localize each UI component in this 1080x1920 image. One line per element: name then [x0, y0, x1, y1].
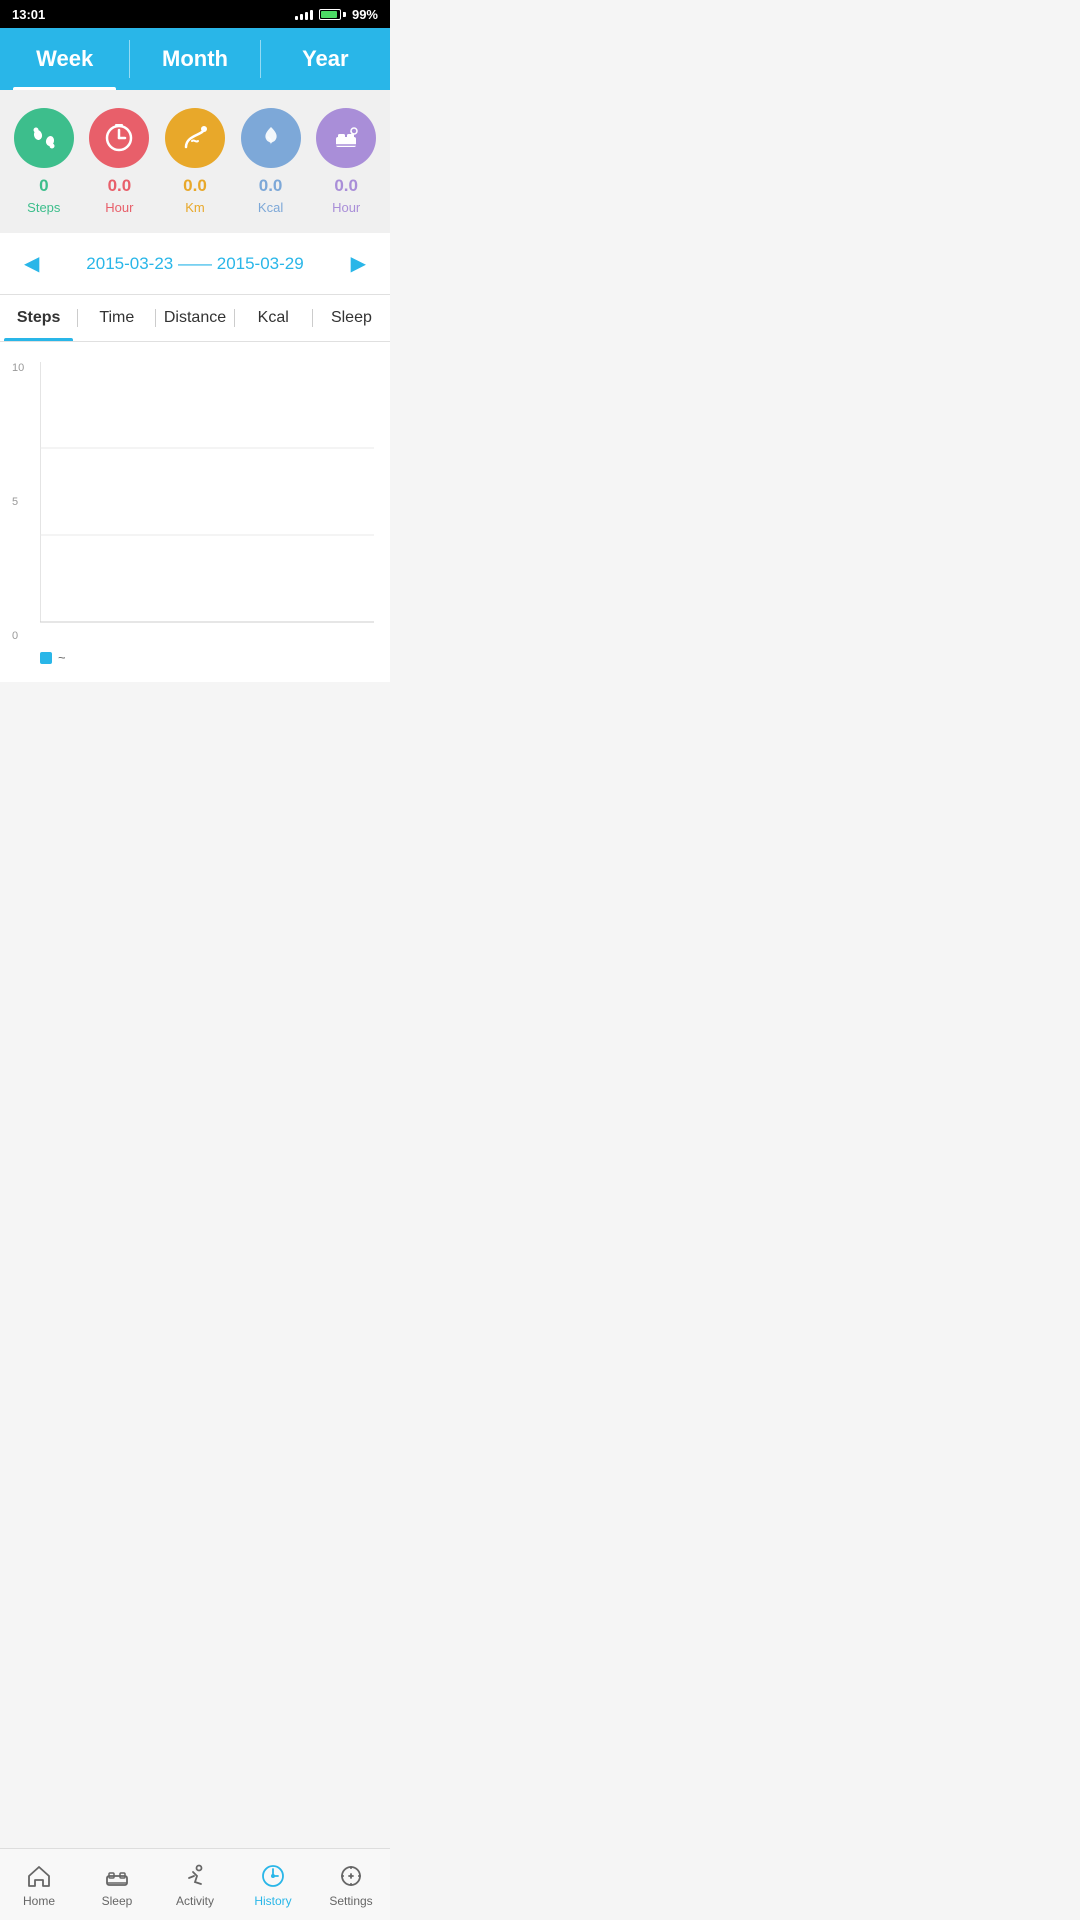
- kcal-label: Kcal: [258, 200, 283, 215]
- nav-history[interactable]: History: [234, 1856, 312, 1914]
- battery-percent: 99%: [352, 7, 378, 22]
- legend-label: ~: [58, 650, 66, 665]
- status-bar: 13:01 99%: [0, 0, 390, 28]
- date-range-display: 2015-03-23 —— 2015-03-29: [86, 254, 303, 274]
- y-axis: 10 5 0: [12, 362, 24, 642]
- nav-settings-label: Settings: [329, 1894, 372, 1908]
- kcal-icon: [241, 108, 301, 168]
- distance-value: 0.0: [183, 176, 207, 196]
- sub-tab-bar: Steps Time Distance Kcal Sleep: [0, 295, 390, 342]
- distance-icon: [165, 108, 225, 168]
- subtab-distance[interactable]: Distance: [156, 295, 233, 341]
- nav-sleep[interactable]: Sleep: [78, 1856, 156, 1914]
- time-icon: [89, 108, 149, 168]
- nav-home-label: Home: [23, 1894, 55, 1908]
- nav-activity[interactable]: Activity: [156, 1856, 234, 1914]
- stat-distance: 0.0 Km: [165, 108, 225, 215]
- stat-time: 0.0 Hour: [89, 108, 149, 215]
- signal-icon: [295, 8, 313, 20]
- bottom-nav: Home Sleep Activity History: [0, 1848, 390, 1920]
- stat-steps: 0 Steps: [14, 108, 74, 215]
- sleep-label: Hour: [332, 200, 360, 215]
- chart-canvas: [40, 362, 374, 642]
- time-value: 0.0: [108, 176, 132, 196]
- steps-label: Steps: [27, 200, 60, 215]
- prev-date-button[interactable]: ◀: [16, 247, 47, 280]
- kcal-value: 0.0: [259, 176, 283, 196]
- top-tab-bar: Week Month Year: [0, 28, 390, 90]
- nav-home[interactable]: Home: [0, 1856, 78, 1914]
- chart-legend: ~: [40, 642, 374, 669]
- tab-year[interactable]: Year: [261, 28, 390, 90]
- time-label: Hour: [105, 200, 133, 215]
- chart-area: 10 5 0 ~: [0, 342, 390, 682]
- steps-icon: [14, 108, 74, 168]
- subtab-sleep[interactable]: Sleep: [313, 295, 390, 341]
- nav-history-label: History: [254, 1894, 291, 1908]
- subtab-kcal[interactable]: Kcal: [235, 295, 312, 341]
- stat-kcal: 0.0 Kcal: [241, 108, 301, 215]
- steps-value: 0: [39, 176, 48, 196]
- stats-row: 0 Steps 0.0 Hour: [0, 90, 390, 233]
- next-date-button[interactable]: ▶: [343, 247, 374, 280]
- date-navigator: ◀ 2015-03-23 —— 2015-03-29 ▶: [0, 233, 390, 295]
- stat-sleep: 0.0 Hour: [316, 108, 376, 215]
- nav-activity-label: Activity: [176, 1894, 214, 1908]
- sleep-icon: [316, 108, 376, 168]
- time-display: 13:01: [12, 7, 45, 22]
- nav-settings[interactable]: Settings: [312, 1856, 390, 1914]
- nav-sleep-label: Sleep: [102, 1894, 133, 1908]
- tab-month[interactable]: Month: [130, 28, 259, 90]
- subtab-time[interactable]: Time: [78, 295, 155, 341]
- battery-icon: [319, 9, 346, 20]
- tab-week[interactable]: Week: [0, 28, 129, 90]
- legend-color: [40, 652, 52, 664]
- status-icons: 99%: [295, 7, 378, 22]
- sleep-value: 0.0: [334, 176, 358, 196]
- subtab-steps[interactable]: Steps: [0, 295, 77, 341]
- distance-label: Km: [185, 200, 205, 215]
